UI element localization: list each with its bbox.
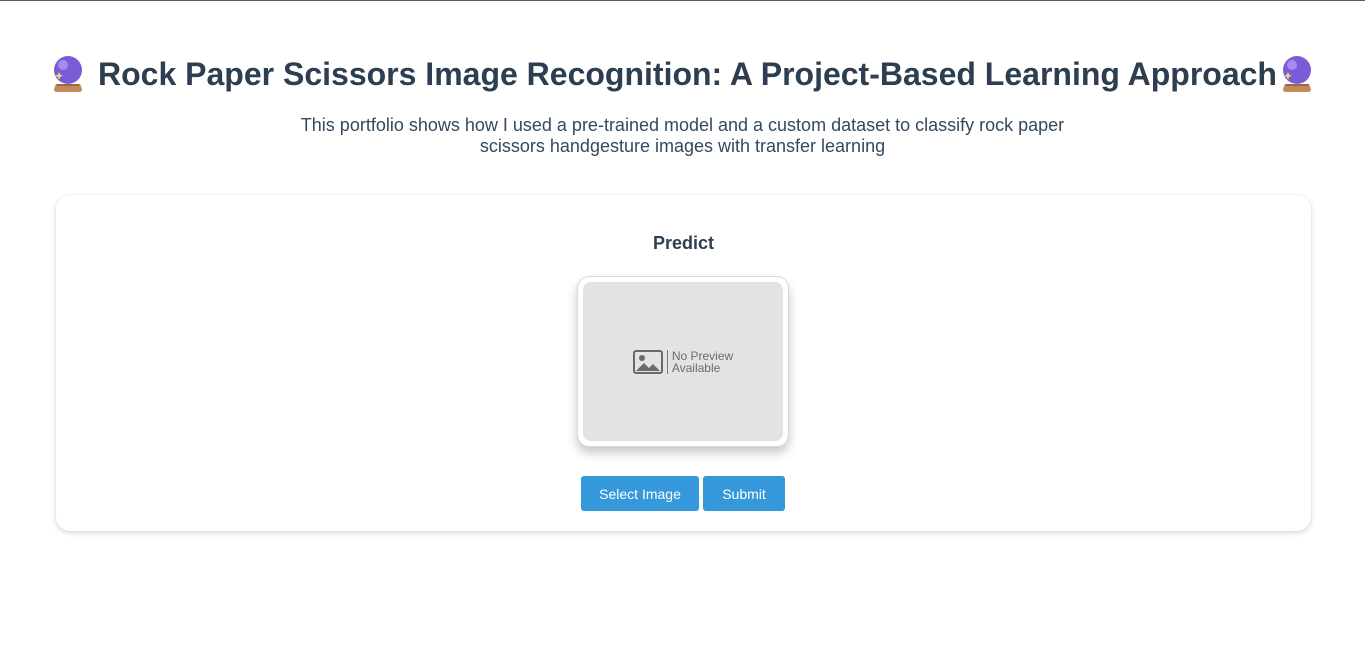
crystal-ball-icon	[1282, 56, 1311, 92]
page-title-row: Rock Paper Scissors Image Recognition: A…	[50, 52, 1315, 96]
no-preview-line-1: No Preview	[671, 348, 734, 363]
image-preview-frame: No Preview Available	[577, 276, 789, 447]
window-top-border	[0, 0, 1365, 1]
image-placeholder-icon	[632, 349, 663, 374]
crystal-ball-icon	[54, 56, 83, 92]
action-buttons: Select Image Submit	[581, 476, 785, 511]
no-preview-line-2: Available	[671, 360, 721, 375]
image-preview: No Preview Available	[583, 282, 783, 441]
submit-button[interactable]: Submit	[703, 476, 785, 511]
placeholder-divider	[666, 349, 668, 374]
no-preview-text: No Preview Available	[672, 350, 733, 374]
select-image-button[interactable]: Select Image	[581, 476, 699, 511]
page-title: Rock Paper Scissors Image Recognition: A…	[98, 56, 1277, 92]
page-subtitle: This portfolio shows how I used a pre-tr…	[300, 115, 1065, 156]
predict-heading: Predict	[652, 233, 715, 253]
no-preview-placeholder: No Preview Available	[632, 349, 733, 374]
predict-card: Predict No Preview Available Select Imag…	[56, 195, 1311, 531]
page-header: Rock Paper Scissors Image Recognition: A…	[0, 52, 1365, 157]
